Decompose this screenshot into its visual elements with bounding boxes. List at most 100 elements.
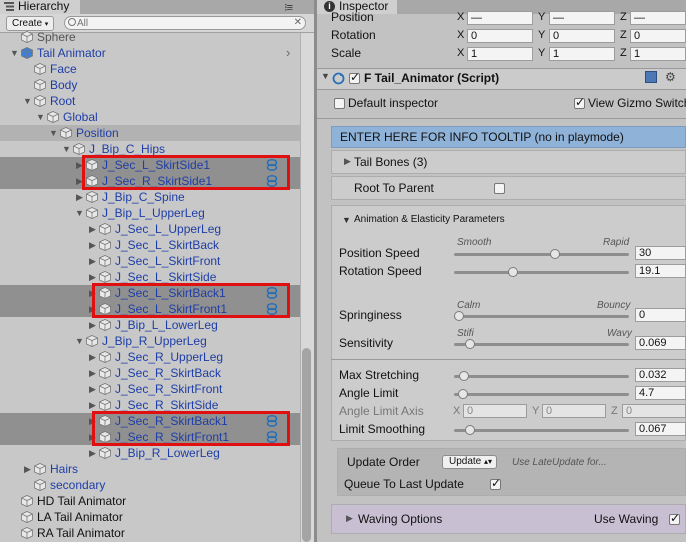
foldout-arrow-icon[interactable]: ▶ — [344, 156, 351, 167]
collapsed-arrow-icon[interactable]: ▶ — [23, 461, 32, 477]
view-gizmo-checkbox[interactable]: ✓ — [574, 95, 585, 109]
collapsed-arrow-icon[interactable]: ▶ — [88, 221, 97, 237]
max-stretching-field[interactable]: 0.032 — [635, 368, 686, 382]
hierarchy-row[interactable]: ▶ J_Sec_L_SkirtBack — [0, 237, 300, 253]
gameobject-cube-icon — [99, 319, 111, 331]
limit-smoothing-knob[interactable] — [465, 425, 476, 435]
collapsed-arrow-icon[interactable]: ▶ — [88, 445, 97, 461]
hierarchy-row[interactable]: HD Tail Animator — [0, 493, 300, 509]
waving-options-foldout[interactable]: ▶ Waving Options Use Waving ✓ — [331, 504, 686, 534]
hierarchy-row[interactable]: ▶ J_Bip_R_LowerLeg — [0, 445, 300, 461]
component-header[interactable]: ▼ ✓ F Tail_Animator (Script) ⚙ — [317, 68, 686, 90]
root-to-parent-checkbox[interactable] — [494, 183, 505, 194]
hierarchy-row[interactable]: ▶ J_Sec_L_SkirtFront — [0, 253, 300, 269]
use-waving-checkbox[interactable]: ✓ — [669, 511, 680, 525]
hierarchy-row[interactable]: Face — [0, 61, 300, 77]
clear-search-icon[interactable]: ✕ — [294, 17, 302, 29]
component-enabled-checkbox[interactable]: ✓ — [349, 70, 360, 84]
hierarchy-row[interactable]: Sphere — [0, 29, 300, 45]
default-inspector-checkbox[interactable] — [334, 98, 345, 109]
collapsed-arrow-icon[interactable]: ▶ — [88, 317, 97, 333]
rotation-speed-slider[interactable] — [454, 271, 629, 274]
angle-axis-z-field[interactable]: 0 — [622, 404, 686, 418]
hierarchy-row-label: J_Sec_L_UpperLeg — [115, 222, 222, 236]
rotation-speed-field[interactable]: 19.1 — [635, 264, 686, 278]
collapsed-arrow-icon[interactable]: ▶ — [88, 349, 97, 365]
rotation-y-field[interactable]: 0 — [549, 29, 615, 43]
hierarchy-row[interactable]: ▶ J_Sec_R_SkirtFront — [0, 381, 300, 397]
search-input[interactable] — [77, 17, 287, 29]
queue-last-checkbox[interactable]: ✓ — [490, 476, 501, 490]
hierarchy-row[interactable]: Body — [0, 77, 300, 93]
hierarchy-row[interactable]: LA Tail Animator — [0, 509, 300, 525]
tail-bones-foldout[interactable]: ▶ Tail Bones (3) — [331, 150, 686, 174]
angle-limit-slider[interactable] — [454, 393, 629, 396]
position-z-field[interactable]: — — [630, 11, 686, 25]
sensitivity-field[interactable]: 0.069 — [635, 336, 686, 350]
scale-y-field[interactable]: 1 — [549, 47, 615, 61]
hierarchy-row[interactable]: ▼ J_Bip_R_UpperLeg — [0, 333, 300, 349]
scale-x-field[interactable]: 1 — [467, 47, 533, 61]
expanded-arrow-icon[interactable]: ▼ — [49, 125, 58, 141]
axis-y-label: Y — [538, 29, 546, 41]
hierarchy-row[interactable]: ▶ J_Sec_L_UpperLeg — [0, 221, 300, 237]
springiness-knob[interactable] — [454, 311, 464, 321]
rotation-z-field[interactable]: 0 — [630, 29, 686, 43]
angle-axis-x-field[interactable]: 0 — [463, 404, 527, 418]
collapsed-arrow-icon[interactable]: ▶ — [75, 189, 84, 205]
hierarchy-row[interactable]: ▼ Global — [0, 109, 300, 125]
collapsed-arrow-icon[interactable]: ▶ — [88, 253, 97, 269]
collapsed-arrow-icon[interactable]: ▶ — [88, 381, 97, 397]
expanded-arrow-icon[interactable]: ▼ — [62, 141, 71, 157]
foldout-arrow-icon[interactable]: ▶ — [346, 513, 353, 524]
sensitivity-slider[interactable] — [454, 343, 629, 346]
hierarchy-row[interactable]: RA Tail Animator — [0, 525, 300, 541]
hierarchy-row[interactable]: ▶ Hairs — [0, 461, 300, 477]
foldout-arrow-icon[interactable]: ▼ — [321, 71, 330, 81]
hierarchy-row[interactable]: ▶ J_Bip_L_LowerLeg — [0, 317, 300, 333]
limit-smoothing-field[interactable]: 0.067 — [635, 422, 686, 436]
info-tooltip-bar[interactable]: ENTER HERE FOR INFO TOOLTIP (no in playm… — [331, 126, 686, 148]
open-prefab-arrow-icon[interactable]: › — [286, 45, 290, 61]
hierarchy-row[interactable]: ▶ J_Sec_R_SkirtBack — [0, 365, 300, 381]
position-speed-slider[interactable] — [454, 253, 629, 256]
position-speed-field[interactable]: 30 — [635, 246, 686, 260]
collapsed-arrow-icon[interactable]: ▶ — [88, 237, 97, 253]
view-gizmo-label: View Gizmo Switch — [588, 96, 686, 110]
hierarchy-row[interactable]: secondary — [0, 477, 300, 493]
hierarchy-row[interactable]: ▶ J_Bip_C_Spine — [0, 189, 300, 205]
angle-axis-y-field[interactable]: 0 — [542, 404, 606, 418]
settings-gear-icon[interactable]: ⚙ — [665, 70, 676, 84]
springiness-field[interactable]: 0 — [635, 308, 686, 322]
expanded-arrow-icon[interactable]: ▼ — [75, 205, 84, 221]
max-stretching-slider[interactable] — [454, 375, 629, 378]
limit-smoothing-slider[interactable] — [454, 429, 629, 432]
springiness-slider[interactable] — [454, 315, 629, 318]
expanded-arrow-icon[interactable]: ▼ — [10, 45, 19, 61]
rotation-x-field[interactable]: 0 — [467, 29, 533, 43]
position-y-field[interactable]: — — [549, 11, 615, 25]
scale-z-field[interactable]: 1 — [630, 47, 686, 61]
axis-z-label: Z — [611, 405, 618, 417]
hierarchy-scroll-thumb[interactable] — [302, 348, 311, 542]
hierarchy-row[interactable]: ▼ Root — [0, 93, 300, 109]
update-order-dropdown[interactable]: Update ▴▾ — [442, 455, 497, 469]
expanded-arrow-icon[interactable]: ▼ — [75, 333, 84, 349]
position-x-field[interactable]: — — [467, 11, 533, 25]
hierarchy-row[interactable]: ▼ Position — [0, 125, 300, 141]
hierarchy-row[interactable]: ▼ J_Bip_L_UpperLeg — [0, 205, 300, 221]
hierarchy-row[interactable]: ▶ J_Sec_R_UpperLeg — [0, 349, 300, 365]
position-speed-knob[interactable] — [549, 249, 560, 259]
hierarchy-row[interactable]: ▼ Tail Animator › — [0, 45, 300, 61]
collapsed-arrow-icon[interactable]: ▶ — [88, 365, 97, 381]
tab-hierarchy[interactable]: Hierarchy — [0, 0, 81, 14]
section-title: Animation & Elasticity Parameters — [354, 214, 505, 225]
foldout-arrow-icon[interactable]: ▼ — [342, 215, 351, 225]
expanded-arrow-icon[interactable]: ▼ — [36, 109, 45, 125]
expanded-arrow-icon[interactable]: ▼ — [23, 93, 32, 109]
panel-menu-icon[interactable]: ⁝≡ — [284, 1, 293, 14]
help-book-icon[interactable] — [645, 71, 657, 83]
angle-limit-field[interactable]: 4.7 — [635, 386, 686, 400]
hierarchy-search[interactable]: ✕ — [64, 16, 306, 30]
hierarchy-row-label: Tail Animator — [37, 46, 106, 60]
